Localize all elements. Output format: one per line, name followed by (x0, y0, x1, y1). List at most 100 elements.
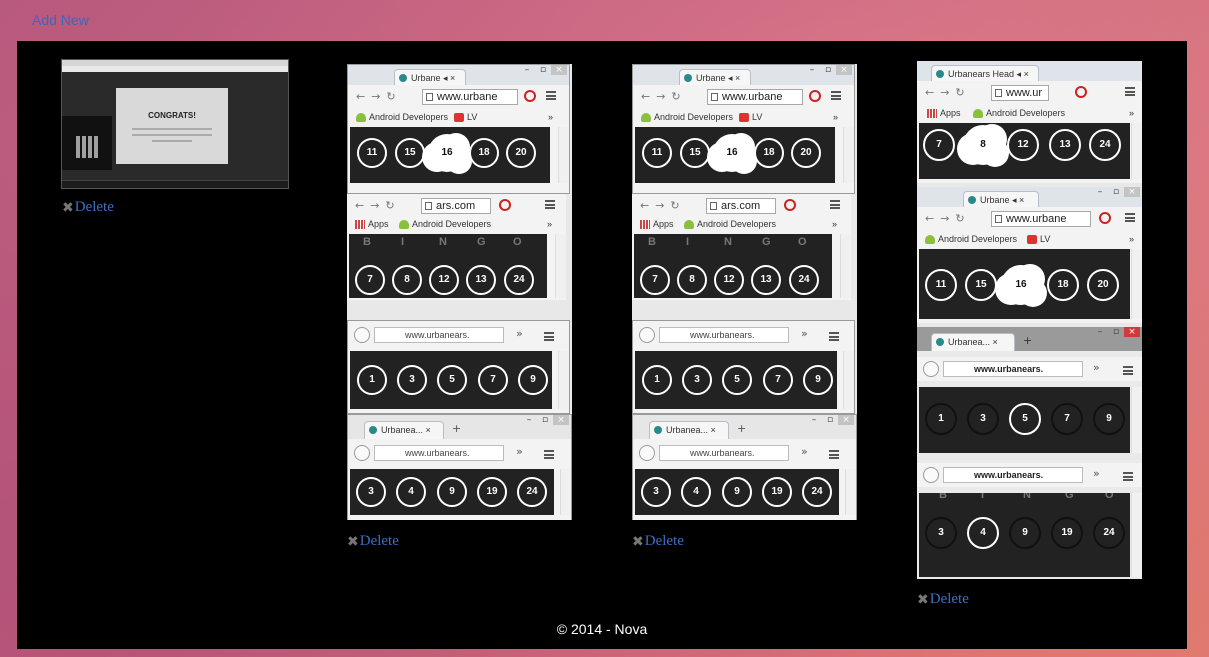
browser-tab[interactable]: Urbane ◂ × (963, 191, 1039, 207)
nav-arrows-icon[interactable]: ←→↻ (356, 90, 402, 103)
menu-icon[interactable] (1125, 87, 1135, 96)
back-button[interactable] (639, 327, 655, 343)
browser-tab[interactable]: Urbanears Head ◂ × (931, 65, 1039, 81)
address-bar[interactable]: www.urbanears. (943, 361, 1083, 377)
overflow-icon[interactable]: » (516, 327, 523, 340)
browser-tab[interactable]: Urbanea... × (364, 421, 444, 439)
delete-button[interactable]: ✖ Delete (917, 591, 969, 608)
opera-icon[interactable] (524, 90, 536, 102)
add-new-link[interactable]: Add New (32, 12, 89, 28)
menu-icon[interactable] (1125, 213, 1135, 222)
menu-icon[interactable] (1123, 472, 1133, 481)
address-bar[interactable]: ars.com (706, 198, 776, 214)
scrollbar[interactable] (843, 351, 854, 409)
menu-icon[interactable] (546, 91, 556, 100)
bookmark-android[interactable]: Android Developers (356, 109, 448, 125)
menu-icon[interactable] (544, 332, 554, 341)
bookmarks-more[interactable]: » (548, 109, 553, 125)
back-button[interactable] (354, 445, 370, 461)
scrollbar[interactable] (1131, 123, 1142, 179)
bookmark-apps[interactable]: Apps (640, 216, 674, 232)
back-button[interactable] (639, 445, 655, 461)
address-bar[interactable]: ars.com (421, 198, 491, 214)
address-bar[interactable]: www.urbane (422, 89, 518, 105)
bookmarks-more[interactable]: » (1129, 231, 1134, 247)
back-button[interactable] (354, 327, 370, 343)
bookmark-apps[interactable]: Apps (927, 105, 961, 121)
new-tab-icon[interactable]: + (1023, 334, 1032, 347)
browser-tab[interactable]: Urbanea... × (931, 333, 1015, 351)
address-bar[interactable]: www.urbanears. (374, 445, 504, 461)
overflow-icon[interactable]: » (1093, 361, 1100, 374)
bookmark-android[interactable]: Android Developers (399, 216, 491, 232)
bookmark-lv[interactable]: LV (454, 109, 477, 125)
overflow-icon[interactable]: » (1093, 467, 1100, 480)
screenshot-thumbnail-1[interactable]: CONGRATS! (61, 59, 289, 189)
scrollbar[interactable] (1131, 493, 1142, 577)
address-bar[interactable]: www.urbanears. (943, 467, 1083, 483)
delete-button[interactable]: ✖ Delete (347, 533, 399, 550)
address-bar[interactable]: www.urbanears. (374, 327, 504, 343)
bookmark-android[interactable]: Android Developers (973, 105, 1065, 121)
menu-icon[interactable] (830, 200, 840, 209)
opera-icon[interactable] (1099, 212, 1111, 224)
menu-icon[interactable] (1123, 366, 1133, 375)
nav-arrows-icon[interactable]: ←→↻ (640, 199, 686, 212)
address-bar[interactable]: www.urbane (991, 211, 1091, 227)
overflow-icon[interactable]: » (516, 445, 523, 458)
menu-icon[interactable] (545, 200, 555, 209)
screenshot-thumbnail-2[interactable]: Urbane ◂ × – ▫ × ←→↻ www.urbane Android De… (347, 64, 572, 520)
screenshot-thumbnail-4[interactable]: Urbanears Head ◂ × ←→↻ www.ur Apps Andro… (917, 61, 1142, 579)
scrollbar[interactable] (1131, 387, 1142, 453)
window-controls[interactable]: – ▫ × (519, 65, 567, 75)
window-controls[interactable]: – ▫ × (1092, 187, 1140, 197)
nav-arrows-icon[interactable]: ←→↻ (925, 86, 971, 99)
scrollbar[interactable] (558, 351, 569, 409)
bookmark-android[interactable]: Android Developers (925, 231, 1017, 247)
back-button[interactable] (923, 361, 939, 377)
browser-tab[interactable]: Urbanea... × (649, 421, 729, 439)
bookmark-apps[interactable]: Apps (355, 216, 389, 232)
browser-tab[interactable]: Urbane ◂ × (394, 69, 466, 85)
bookmarks-more[interactable]: » (833, 109, 838, 125)
bookmarks-more[interactable]: » (547, 216, 552, 232)
address-bar[interactable]: www.urbane (707, 89, 803, 105)
window-controls[interactable]: – ▫ × (806, 415, 854, 425)
address-bar[interactable]: www.urbanears. (659, 445, 789, 461)
opera-icon[interactable] (809, 90, 821, 102)
nav-arrows-icon[interactable]: ←→↻ (925, 212, 971, 225)
new-tab-icon[interactable]: + (737, 422, 746, 435)
scrollbar[interactable] (558, 127, 569, 183)
window-controls[interactable]: – ▫ × (804, 65, 852, 75)
menu-icon[interactable] (544, 450, 554, 459)
scrollbar[interactable] (840, 234, 851, 298)
scrollbar[interactable] (1131, 249, 1142, 319)
menu-icon[interactable] (829, 450, 839, 459)
bookmark-android[interactable]: Android Developers (684, 216, 776, 232)
nav-arrows-icon[interactable]: ←→↻ (355, 199, 401, 212)
window-controls[interactable]: – ▫ × (1092, 327, 1140, 337)
address-bar[interactable]: www.urbanears. (659, 327, 789, 343)
delete-button[interactable]: ✖ Delete (62, 199, 114, 216)
scrollbar[interactable] (560, 469, 571, 515)
back-button[interactable] (923, 467, 939, 483)
address-bar[interactable]: www.ur (991, 85, 1049, 101)
bookmarks-more[interactable]: » (832, 216, 837, 232)
menu-icon[interactable] (831, 91, 841, 100)
overflow-icon[interactable]: » (801, 445, 808, 458)
menu-icon[interactable] (829, 332, 839, 341)
nav-arrows-icon[interactable]: ←→↻ (641, 90, 687, 103)
browser-tab[interactable]: Urbane ◂ × (679, 69, 751, 85)
opera-icon[interactable] (499, 199, 511, 211)
overflow-icon[interactable]: » (801, 327, 808, 340)
bookmark-lv[interactable]: LV (739, 109, 762, 125)
screenshot-thumbnail-3[interactable]: Urbane ◂ × – ▫ × ←→↻ www.urbane Android De… (632, 64, 857, 520)
opera-icon[interactable] (784, 199, 796, 211)
scrollbar[interactable] (845, 469, 856, 515)
bookmarks-more[interactable]: » (1129, 105, 1134, 121)
bookmark-lv[interactable]: LV (1027, 231, 1050, 247)
opera-icon[interactable] (1075, 86, 1087, 98)
scrollbar[interactable] (555, 234, 566, 298)
new-tab-icon[interactable]: + (452, 422, 461, 435)
scrollbar[interactable] (843, 127, 854, 183)
